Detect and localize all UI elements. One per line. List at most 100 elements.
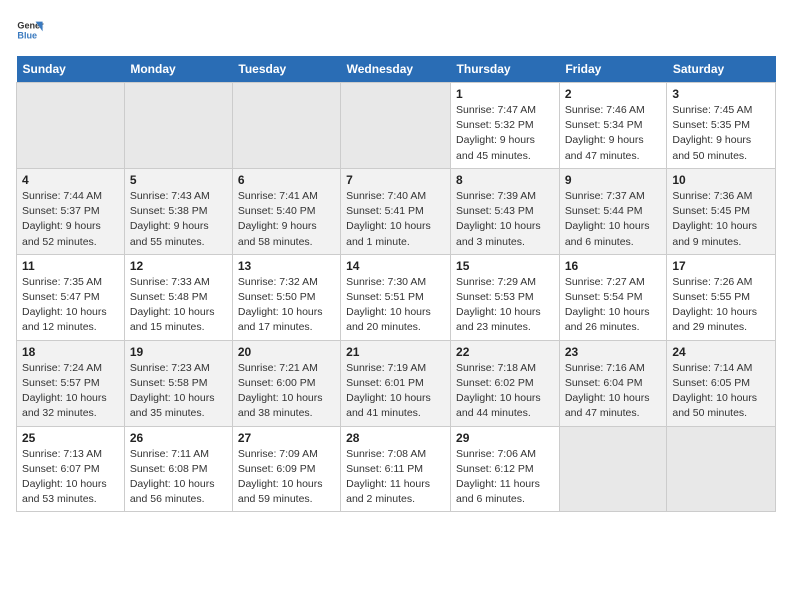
day-number: 16 — [565, 259, 662, 273]
calendar-cell-w4d4: 29 Sunrise: 7:06 AMSunset: 6:12 PMDayligh… — [451, 426, 560, 512]
day-number: 28 — [346, 431, 445, 445]
calendar-cell-w0d5: 2Sunrise: 7:46 AMSunset: 5:34 PMDaylight… — [559, 83, 667, 169]
calendar-cell-w3d0: 18 Sunrise: 7:24 AMSunset: 5:57 PMDayligh… — [17, 340, 125, 426]
day-info: Sunrise: 7:14 AMSunset: 6:05 PMDaylight:… — [672, 361, 770, 422]
calendar-cell-w3d1: 19 Sunrise: 7:23 AMSunset: 5:58 PMDayligh… — [124, 340, 232, 426]
day-number: 5 — [130, 173, 227, 187]
day-number: 23 — [565, 345, 662, 359]
calendar-cell-w1d3: 7 Sunrise: 7:40 AMSunset: 5:41 PMDaylight… — [341, 168, 451, 254]
weekday-header-tuesday: Tuesday — [232, 56, 340, 83]
day-info: Sunrise: 7:35 AMSunset: 5:47 PMDaylight:… — [22, 275, 119, 336]
day-number: 18 — [22, 345, 119, 359]
day-number: 21 — [346, 345, 445, 359]
day-info: Sunrise: 7:30 AMSunset: 5:51 PMDaylight:… — [346, 275, 445, 336]
day-info: Sunrise: 7:19 AMSunset: 6:01 PMDaylight:… — [346, 361, 445, 422]
day-number: 10 — [672, 173, 770, 187]
weekday-header-wednesday: Wednesday — [341, 56, 451, 83]
weekday-header-saturday: Saturday — [667, 56, 776, 83]
weekday-header-monday: Monday — [124, 56, 232, 83]
calendar-cell-w0d0 — [17, 83, 125, 169]
day-number: 13 — [238, 259, 335, 273]
day-info: Sunrise: 7:39 AMSunset: 5:43 PMDaylight:… — [456, 189, 554, 250]
day-info: Sunrise: 7:27 AMSunset: 5:54 PMDaylight:… — [565, 275, 662, 336]
calendar-cell-w1d6: 10 Sunrise: 7:36 AMSunset: 5:45 PMDayligh… — [667, 168, 776, 254]
calendar-cell-w0d2 — [232, 83, 340, 169]
day-info: Sunrise: 7:24 AMSunset: 5:57 PMDaylight:… — [22, 361, 119, 422]
calendar-cell-w2d4: 15 Sunrise: 7:29 AMSunset: 5:53 PMDayligh… — [451, 254, 560, 340]
weekday-header-friday: Friday — [559, 56, 667, 83]
calendar-cell-w3d2: 20 Sunrise: 7:21 AMSunset: 6:00 PMDayligh… — [232, 340, 340, 426]
day-number: 1 — [456, 87, 554, 101]
day-number: 27 — [238, 431, 335, 445]
calendar-cell-w4d2: 27 Sunrise: 7:09 AMSunset: 6:09 PMDayligh… — [232, 426, 340, 512]
calendar-cell-w3d3: 21 Sunrise: 7:19 AMSunset: 6:01 PMDayligh… — [341, 340, 451, 426]
day-number: 12 — [130, 259, 227, 273]
calendar-cell-w0d6: 3 Sunrise: 7:45 AMSunset: 5:35 PMDaylight… — [667, 83, 776, 169]
calendar-cell-w3d4: 22 Sunrise: 7:18 AMSunset: 6:02 PMDayligh… — [451, 340, 560, 426]
calendar-cell-w2d2: 13 Sunrise: 7:32 AMSunset: 5:50 PMDayligh… — [232, 254, 340, 340]
weekday-header-thursday: Thursday — [451, 56, 560, 83]
day-number: 11 — [22, 259, 119, 273]
calendar-cell-w2d3: 14 Sunrise: 7:30 AMSunset: 5:51 PMDayligh… — [341, 254, 451, 340]
day-info: Sunrise: 7:36 AMSunset: 5:45 PMDaylight:… — [672, 189, 770, 250]
calendar-cell-w1d1: 5 Sunrise: 7:43 AMSunset: 5:38 PMDaylight… — [124, 168, 232, 254]
day-info: Sunrise: 7:23 AMSunset: 5:58 PMDaylight:… — [130, 361, 227, 422]
day-info: Sunrise: 7:37 AMSunset: 5:44 PMDaylight:… — [565, 189, 662, 250]
day-number: 20 — [238, 345, 335, 359]
day-info: Sunrise: 7:18 AMSunset: 6:02 PMDaylight:… — [456, 361, 554, 422]
logo: General Blue — [16, 16, 44, 44]
day-info: Sunrise: 7:13 AMSunset: 6:07 PMDaylight:… — [22, 447, 119, 508]
day-number: 2 — [565, 87, 662, 101]
calendar-cell-w4d6 — [667, 426, 776, 512]
day-info: Sunrise: 7:08 AMSunset: 6:11 PMDaylight:… — [346, 447, 445, 508]
day-info: Sunrise: 7:21 AMSunset: 6:00 PMDaylight:… — [238, 361, 335, 422]
calendar-cell-w4d1: 26 Sunrise: 7:11 AMSunset: 6:08 PMDayligh… — [124, 426, 232, 512]
day-number: 29 — [456, 431, 554, 445]
calendar-cell-w1d5: 9 Sunrise: 7:37 AMSunset: 5:44 PMDaylight… — [559, 168, 667, 254]
calendar-cell-w0d4: 1 Sunrise: 7:47 AMSunset: 5:32 PMDaylight… — [451, 83, 560, 169]
day-info: Sunrise: 7:09 AMSunset: 6:09 PMDaylight:… — [238, 447, 335, 508]
day-info: Sunrise: 7:26 AMSunset: 5:55 PMDaylight:… — [672, 275, 770, 336]
day-number: 7 — [346, 173, 445, 187]
day-number: 17 — [672, 259, 770, 273]
calendar-cell-w3d5: 23 Sunrise: 7:16 AMSunset: 6:04 PMDayligh… — [559, 340, 667, 426]
day-number: 3 — [672, 87, 770, 101]
day-info: Sunrise: 7:11 AMSunset: 6:08 PMDaylight:… — [130, 447, 227, 508]
calendar-cell-w1d0: 4 Sunrise: 7:44 AMSunset: 5:37 PMDaylight… — [17, 168, 125, 254]
day-info: Sunrise: 7:32 AMSunset: 5:50 PMDaylight:… — [238, 275, 335, 336]
day-number: 9 — [565, 173, 662, 187]
weekday-header-sunday: Sunday — [17, 56, 125, 83]
svg-text:Blue: Blue — [17, 30, 37, 40]
day-number: 25 — [22, 431, 119, 445]
day-number: 19 — [130, 345, 227, 359]
day-info: Sunrise: 7:33 AMSunset: 5:48 PMDaylight:… — [130, 275, 227, 336]
day-info: Sunrise: 7:43 AMSunset: 5:38 PMDaylight:… — [130, 189, 227, 250]
day-info: Sunrise: 7:16 AMSunset: 6:04 PMDaylight:… — [565, 361, 662, 422]
day-number: 26 — [130, 431, 227, 445]
calendar-cell-w2d0: 11 Sunrise: 7:35 AMSunset: 5:47 PMDayligh… — [17, 254, 125, 340]
day-info: Sunrise: 7:45 AMSunset: 5:35 PMDaylight:… — [672, 103, 770, 164]
calendar-cell-w4d5 — [559, 426, 667, 512]
day-info: Sunrise: 7:06 AMSunset: 6:12 PMDaylight:… — [456, 447, 554, 508]
calendar-cell-w4d0: 25 Sunrise: 7:13 AMSunset: 6:07 PMDayligh… — [17, 426, 125, 512]
day-info: Sunrise: 7:44 AMSunset: 5:37 PMDaylight:… — [22, 189, 119, 250]
day-number: 8 — [456, 173, 554, 187]
day-number: 24 — [672, 345, 770, 359]
calendar-cell-w0d3 — [341, 83, 451, 169]
day-number: 22 — [456, 345, 554, 359]
calendar-cell-w2d6: 17 Sunrise: 7:26 AMSunset: 5:55 PMDayligh… — [667, 254, 776, 340]
day-info: Sunrise: 7:40 AMSunset: 5:41 PMDaylight:… — [346, 189, 445, 250]
day-number: 14 — [346, 259, 445, 273]
day-info: Sunrise: 7:47 AMSunset: 5:32 PMDaylight:… — [456, 103, 554, 164]
day-info: Sunrise: 7:41 AMSunset: 5:40 PMDaylight:… — [238, 189, 335, 250]
day-number: 6 — [238, 173, 335, 187]
calendar-cell-w0d1 — [124, 83, 232, 169]
calendar-cell-w2d1: 12 Sunrise: 7:33 AMSunset: 5:48 PMDayligh… — [124, 254, 232, 340]
calendar-cell-w3d6: 24 Sunrise: 7:14 AMSunset: 6:05 PMDayligh… — [667, 340, 776, 426]
day-info: Sunrise: 7:29 AMSunset: 5:53 PMDaylight:… — [456, 275, 554, 336]
day-number: 15 — [456, 259, 554, 273]
calendar-cell-w2d5: 16 Sunrise: 7:27 AMSunset: 5:54 PMDayligh… — [559, 254, 667, 340]
day-number: 4 — [22, 173, 119, 187]
header: General Blue — [16, 16, 776, 44]
calendar-cell-w1d2: 6 Sunrise: 7:41 AMSunset: 5:40 PMDaylight… — [232, 168, 340, 254]
